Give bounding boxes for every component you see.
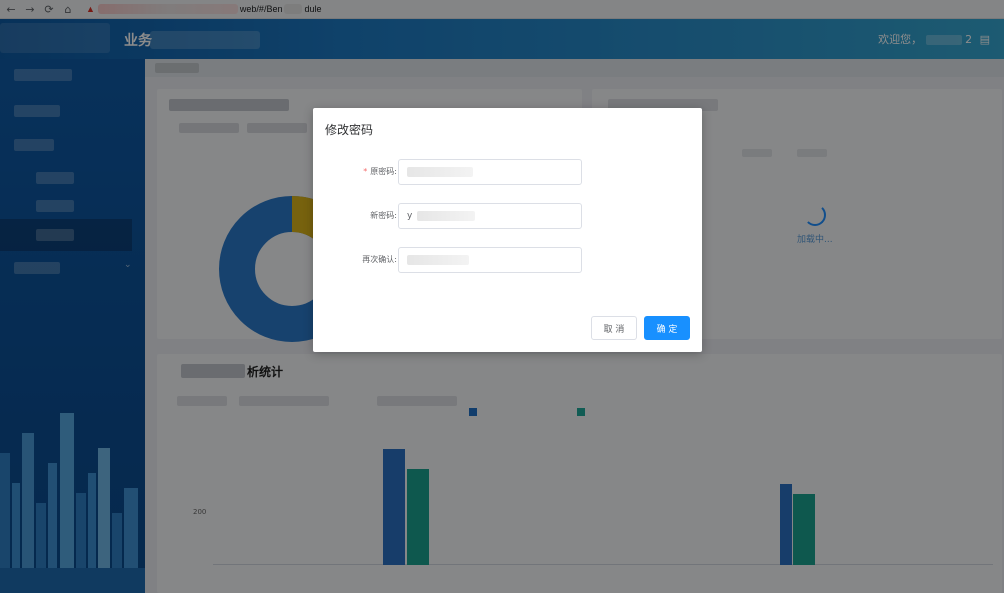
form-row-new-password: 新密码:	[313, 203, 702, 229]
input-redacted	[417, 211, 475, 221]
confirm-button[interactable]: 确 定	[644, 316, 690, 340]
input-redacted	[407, 167, 473, 177]
form-row-old-password: * 原密码:	[313, 159, 702, 185]
form-row-confirm-password: 再次确认:	[313, 247, 702, 273]
dialog-title: 修改密码	[325, 123, 374, 137]
change-password-dialog: 修改密码 *原密码: 新密码: 再次确认: 取 消 确 定	[313, 108, 702, 352]
confirm-password-label: 再次确认:	[362, 255, 397, 264]
cancel-button[interactable]: 取 消	[591, 316, 637, 340]
new-password-label: 新密码:	[370, 211, 397, 220]
old-password-label: * 原密码:	[363, 167, 397, 176]
input-redacted	[407, 255, 469, 265]
